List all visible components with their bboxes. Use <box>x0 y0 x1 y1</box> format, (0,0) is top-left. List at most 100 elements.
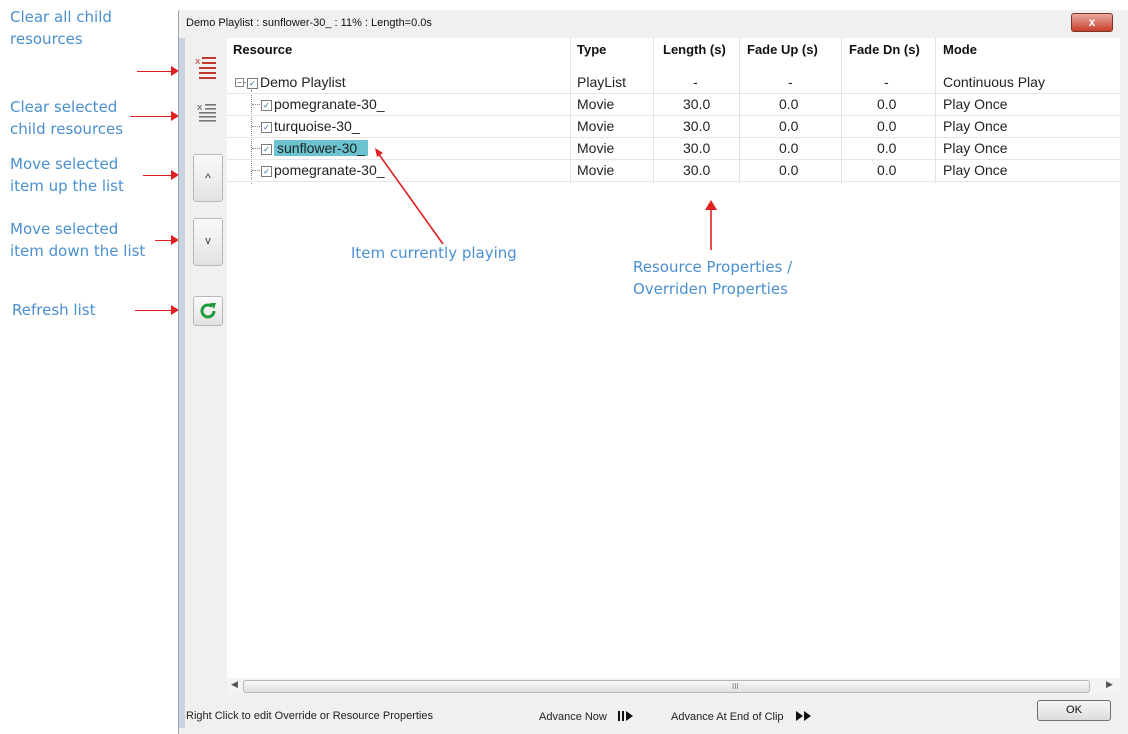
column-header-fade-dn[interactable]: Fade Dn (s) <box>849 42 920 57</box>
expander-icon[interactable]: − <box>235 78 244 87</box>
resource-cell: ✓ sunflower-30_ <box>261 140 368 156</box>
status-hint: Right Click to edit Override or Resource… <box>186 710 433 722</box>
scrollbar-thumb[interactable]: III <box>243 680 1090 693</box>
horizontal-scrollbar[interactable]: ◀ III ▶ <box>227 678 1120 694</box>
fade-dn-cell: 0.0 <box>877 118 897 134</box>
clear-all-button[interactable]: x <box>193 52 223 82</box>
advance-end-label: Advance At End of Clip <box>671 711 784 723</box>
advance-now-control[interactable]: Advance Now <box>539 710 634 723</box>
mode-cell: Play Once <box>943 140 1008 156</box>
resource-cell: ✓ pomegranate-30_ <box>261 96 385 112</box>
playlist-dialog: Demo Playlist : sunflower-30_ : 11% : Le… <box>178 10 1128 734</box>
fade-dn-cell: 0.0 <box>877 162 897 178</box>
type-cell: Movie <box>577 118 615 134</box>
fade-dn-cell: 0.0 <box>877 140 897 156</box>
annotation-move-up-line2: item up the list <box>10 177 124 195</box>
clear-selected-icon: x <box>197 103 216 122</box>
length-cell: 30.0 <box>683 118 711 134</box>
checkbox-checked-icon[interactable]: ✓ <box>261 166 272 177</box>
type-cell: Movie <box>577 140 615 156</box>
window-left-edge <box>179 38 185 728</box>
svg-text:x: x <box>197 103 203 113</box>
column-header-mode[interactable]: Mode <box>943 42 977 57</box>
fade-up-cell: 0.0 <box>779 118 799 134</box>
table-row[interactable]: − ✓ Demo Playlist PlayList - - - Continuo… <box>227 71 1120 94</box>
annotation-resource-properties-line2: Overriden Properties <box>633 280 788 298</box>
type-cell: PlayList <box>577 74 627 90</box>
length-cell: 30.0 <box>683 162 711 178</box>
resource-name: turquoise-30_ <box>274 118 360 134</box>
checkbox-checked-icon[interactable]: ✓ <box>247 78 258 89</box>
annotation-arrow-move-up <box>143 169 179 180</box>
resource-cell: ✓ pomegranate-30_ <box>261 162 385 178</box>
refresh-button[interactable] <box>193 296 223 326</box>
annotation-clear-all-line2: resources <box>10 30 83 48</box>
annotation-resource-properties: Resource Properties / Overriden Properti… <box>633 256 792 300</box>
table-header: Resource Type Length (s) Fade Up (s) Fad… <box>227 38 1120 60</box>
fade-dn-cell: 0.0 <box>877 96 897 112</box>
advance-at-end-control[interactable]: Advance At End of Clip <box>671 710 813 723</box>
chevron-down-icon: v <box>205 235 211 247</box>
table-row[interactable]: ✓ pomegranate-30_ Movie 30.0 0.0 0.0 Play… <box>227 93 1120 116</box>
column-header-length[interactable]: Length (s) <box>663 42 726 57</box>
mode-cell: Play Once <box>943 118 1008 134</box>
table-row[interactable]: ✓ turquoise-30_ Movie 30.0 0.0 0.0 Play O… <box>227 115 1120 138</box>
fade-up-cell: 0.0 <box>779 162 799 178</box>
play-next-icon[interactable] <box>617 710 634 722</box>
clear-all-icon: x <box>195 57 216 79</box>
annotation-refresh: Refresh list <box>12 299 95 321</box>
scroll-left-icon[interactable]: ◀ <box>231 679 238 690</box>
svg-text:x: x <box>195 57 201 67</box>
ok-button[interactable]: OK <box>1037 700 1111 721</box>
checkbox-checked-icon[interactable]: ✓ <box>261 100 272 111</box>
annotation-move-down-line1: Move selected <box>10 220 119 238</box>
table-row[interactable]: ✓ pomegranate-30_ Movie 30.0 0.0 0.0 Play… <box>227 159 1120 182</box>
checkbox-checked-icon[interactable]: ✓ <box>261 122 272 133</box>
resource-cell: ✓ Demo Playlist <box>247 74 346 90</box>
advance-now-label: Advance Now <box>539 711 607 723</box>
annotation-move-down-line2: item down the list <box>10 242 146 260</box>
scroll-right-icon[interactable]: ▶ <box>1106 679 1113 690</box>
fade-dn-cell: - <box>884 74 889 90</box>
window-title: Demo Playlist : sunflower-30_ : 11% : Le… <box>186 17 432 29</box>
refresh-icon <box>200 303 216 319</box>
annotation-refresh-line1: Refresh list <box>12 301 96 319</box>
annotation-arrow-refresh <box>135 304 179 315</box>
column-header-fade-up[interactable]: Fade Up (s) <box>747 42 818 57</box>
checkbox-checked-icon[interactable]: ✓ <box>261 144 272 155</box>
annotation-resource-properties-line1: Resource Properties / <box>633 258 793 276</box>
annotation-move-up: Move selected item up the list <box>10 153 124 197</box>
fade-up-cell: - <box>788 74 793 90</box>
resource-table: Resource Type Length (s) Fade Up (s) Fad… <box>227 38 1120 678</box>
annotation-arrow-clear-selected <box>130 110 179 121</box>
annotation-clear-selected: Clear selected child resources <box>10 96 123 140</box>
fast-forward-icon[interactable] <box>795 710 813 722</box>
close-icon: x <box>1088 15 1096 29</box>
annotation-clear-all: Clear all child resources <box>10 6 112 50</box>
move-down-button[interactable]: v <box>193 218 223 266</box>
annotation-clear-all-line1: Clear all child <box>10 8 112 26</box>
annotation-move-up-line1: Move selected <box>10 155 119 173</box>
close-button[interactable]: x <box>1071 13 1113 32</box>
length-cell: - <box>693 74 698 90</box>
mode-cell: Play Once <box>943 96 1008 112</box>
length-cell: 30.0 <box>683 96 711 112</box>
length-cell: 30.0 <box>683 140 711 156</box>
annotation-move-down: Move selected item down the list <box>10 218 145 262</box>
resource-name-selected: sunflower-30_ <box>274 140 368 156</box>
move-up-button[interactable]: ^ <box>193 154 223 202</box>
type-cell: Movie <box>577 162 615 178</box>
resource-name: Demo Playlist <box>260 74 346 90</box>
title-bar[interactable]: Demo Playlist : sunflower-30_ : 11% : Le… <box>179 10 1128 38</box>
resource-cell: ✓ turquoise-30_ <box>261 118 360 134</box>
resource-name: pomegranate-30_ <box>274 96 385 112</box>
fade-up-cell: 0.0 <box>779 140 799 156</box>
mode-cell: Continuous Play <box>943 74 1045 90</box>
scrollbar-grip-icon: III <box>732 682 739 691</box>
column-header-resource[interactable]: Resource <box>233 42 292 57</box>
annotation-arrow-move-down <box>155 234 179 245</box>
column-header-type[interactable]: Type <box>577 42 606 57</box>
annotation-clear-selected-line2: child resources <box>10 120 124 138</box>
table-row-current[interactable]: ✓ sunflower-30_ Movie 30.0 0.0 0.0 Play O… <box>227 137 1120 160</box>
clear-selected-button[interactable]: x <box>193 98 223 128</box>
